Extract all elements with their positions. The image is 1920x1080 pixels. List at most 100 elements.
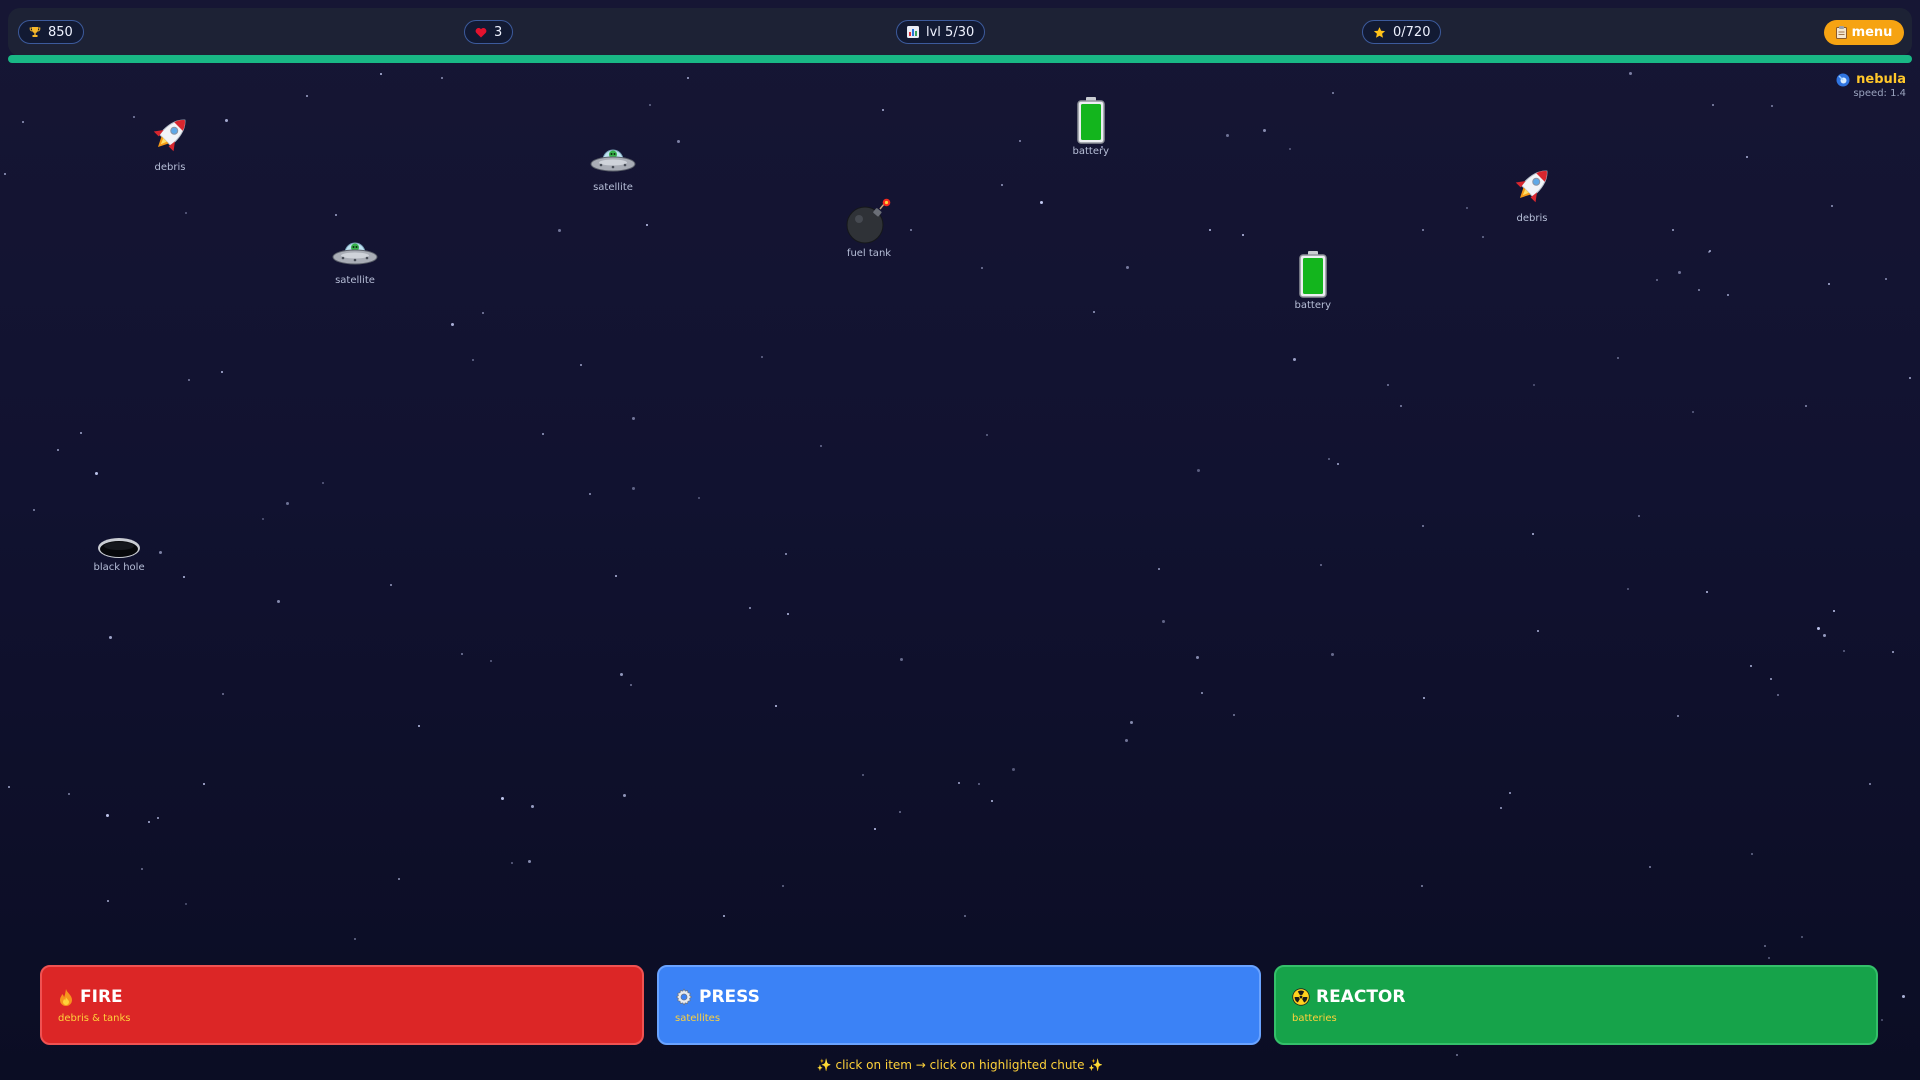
- battery-icon: [1077, 97, 1105, 144]
- press-chute-subtitle: satellites: [675, 1013, 721, 1024]
- star: [1482, 236, 1484, 238]
- star: [723, 915, 725, 917]
- star: [1817, 627, 1820, 630]
- star: [157, 817, 159, 819]
- star: [1289, 148, 1291, 150]
- star: [106, 814, 109, 817]
- star: [354, 938, 356, 940]
- star: [322, 482, 324, 484]
- clipboard-icon: [1835, 26, 1847, 39]
- star: [22, 121, 24, 123]
- star: [1638, 515, 1640, 517]
- star: [698, 497, 700, 499]
- top-hud: 850 3 lvl 5/30 0/720 menu: [8, 8, 1912, 56]
- star: [133, 116, 135, 118]
- item-label: satellite: [335, 275, 375, 286]
- level-name: nebula: [1856, 72, 1906, 87]
- star: [335, 214, 337, 216]
- star: [1019, 140, 1021, 142]
- item-battery[interactable]: battery: [1073, 96, 1109, 157]
- star: [632, 487, 635, 490]
- item-black-hole[interactable]: black hole: [94, 536, 145, 573]
- star: [1387, 384, 1389, 386]
- star: [1125, 739, 1128, 742]
- star: [1831, 205, 1833, 207]
- star: [1771, 105, 1773, 107]
- item-fuel-tank[interactable]: fuel tank: [844, 198, 894, 259]
- star: [1500, 807, 1502, 809]
- star: [1828, 283, 1830, 285]
- fire-chute-subtitle: debris & tanks: [58, 1013, 131, 1024]
- level-progress-fill: [8, 55, 1912, 63]
- star: [649, 104, 651, 106]
- bomb-icon: [846, 198, 891, 244]
- menu-button[interactable]: menu: [1824, 20, 1904, 45]
- star: [1328, 458, 1330, 460]
- star: [1656, 279, 1658, 281]
- star: [749, 607, 751, 609]
- star: [1233, 714, 1235, 716]
- star: [451, 323, 454, 326]
- star: [262, 518, 264, 520]
- star: [1627, 588, 1629, 590]
- star: [159, 551, 162, 554]
- bar-chart-icon: [907, 26, 919, 38]
- star: [900, 658, 903, 661]
- star: [1331, 653, 1334, 656]
- star: [1126, 266, 1129, 269]
- star: [646, 224, 648, 226]
- star: [1422, 525, 1424, 527]
- item-satellite[interactable]: satellite: [331, 233, 379, 286]
- star: [398, 878, 400, 880]
- star: [1833, 610, 1835, 612]
- battery-icon: [1299, 251, 1327, 298]
- level-progress-bar: [8, 55, 1912, 63]
- star: [107, 900, 109, 902]
- star: [1537, 630, 1539, 632]
- star: [203, 783, 205, 785]
- star: [185, 903, 187, 905]
- fire-chute[interactable]: FIRE debris & tanks: [40, 965, 644, 1045]
- star: [1672, 229, 1674, 231]
- star: [964, 915, 966, 917]
- star: [862, 774, 864, 776]
- star: [109, 636, 112, 639]
- press-chute[interactable]: PRESS satellites: [657, 965, 1261, 1045]
- star: [1698, 289, 1700, 291]
- fire-chute-title: FIRE: [80, 987, 123, 1007]
- star: [1678, 271, 1681, 274]
- star: [1885, 278, 1887, 280]
- star: [1532, 533, 1534, 535]
- star: [277, 600, 280, 603]
- item-debris[interactable]: debris: [1507, 161, 1557, 224]
- score-badge: 850: [18, 20, 84, 44]
- star: [1201, 692, 1203, 694]
- star: [225, 119, 228, 122]
- stars-badge: 0/720: [1362, 20, 1442, 44]
- star: [511, 862, 513, 864]
- lives-badge: 3: [464, 20, 514, 44]
- star: [775, 705, 777, 707]
- star: [1677, 715, 1679, 717]
- item-debris[interactable]: debris: [145, 110, 195, 173]
- star: [978, 783, 980, 785]
- star: [1629, 72, 1632, 75]
- star: [1750, 665, 1752, 667]
- star: [188, 379, 190, 381]
- reactor-chute-title: REACTOR: [1316, 987, 1406, 1007]
- item-battery[interactable]: battery: [1295, 250, 1331, 311]
- starfield: [0, 0, 1920, 1080]
- star: [418, 725, 420, 727]
- star: [221, 371, 223, 373]
- star: [531, 805, 534, 808]
- reactor-chute[interactable]: REACTOR batteries: [1274, 965, 1878, 1045]
- star: [623, 794, 626, 797]
- star: [1869, 783, 1871, 785]
- score-value: 850: [48, 24, 73, 40]
- star: [787, 613, 789, 615]
- instruction-hint: ✨ click on item → click on highlighted c…: [816, 1058, 1104, 1072]
- star: [580, 364, 582, 366]
- star: [95, 472, 98, 475]
- stars-value: 0/720: [1393, 24, 1431, 40]
- item-satellite[interactable]: satellite: [589, 140, 637, 193]
